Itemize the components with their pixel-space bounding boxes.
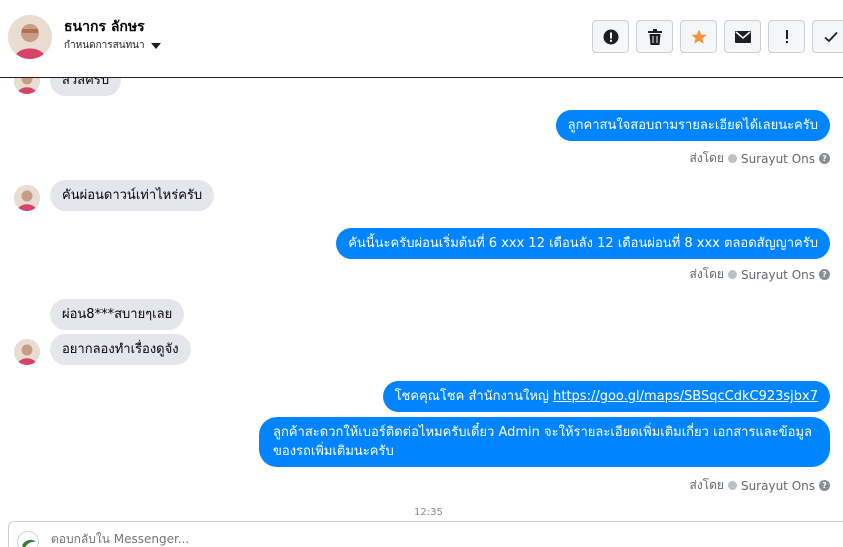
help-icon[interactable]: ? xyxy=(819,480,830,491)
alert-icon xyxy=(603,29,618,44)
sent-by-prefix: ส่งโดย xyxy=(689,151,724,165)
outgoing-message[interactable]: ลูกค้าสะดวกให้เบอร์ติดต่อไหมครับเดี๋ยว A… xyxy=(259,417,830,467)
contact-name[interactable]: ธนากร ลักษร xyxy=(64,16,145,38)
sent-by-prefix: ส่งโดย xyxy=(689,478,724,492)
assign-conversation-dropdown[interactable]: กำหนดการสนทนา xyxy=(64,38,161,53)
sent-by-label: ส่งโดย Surayut Ons ? xyxy=(689,149,830,168)
maps-link[interactable]: https://goo.gl/maps/SBSqcCdkC923sjbx7 xyxy=(553,389,818,404)
reply-input[interactable] xyxy=(51,532,551,546)
outgoing-message[interactable]: คันนี้นะครับผ่อนเริ่มต้นที่ 6 xxx 12 เดื… xyxy=(336,228,830,259)
sent-by-name[interactable]: Surayut Ons xyxy=(741,152,815,166)
outgoing-message[interactable]: ลูกคาสนใจสอบถามรายละเอียดได้เลยนะครับ xyxy=(555,110,830,141)
message-text: โชคคุณโชค สำนักงานใหญ่ xyxy=(394,389,554,404)
mark-done-button[interactable] xyxy=(812,20,843,53)
message-thread[interactable]: สวัสครับ ลูกคาสนใจสอบถามรายละเอียดได้เลย… xyxy=(0,78,843,515)
status-dot-icon xyxy=(727,270,737,279)
help-icon[interactable]: ? xyxy=(819,269,830,280)
mark-spam-button[interactable] xyxy=(592,20,629,53)
reply-composer[interactable] xyxy=(8,521,843,547)
star-icon xyxy=(690,29,707,44)
sent-by-name[interactable]: Surayut Ons xyxy=(741,268,815,282)
delete-button[interactable] xyxy=(636,20,673,53)
incoming-message[interactable]: ผ่อน8***สบายๆเลย xyxy=(50,299,185,330)
header-actions xyxy=(592,20,843,53)
trash-icon xyxy=(647,28,662,45)
sent-by-label: ส่งโดย Surayut Ons ? xyxy=(689,265,830,284)
contact-avatar[interactable] xyxy=(8,15,52,59)
message-timestamp: 12:35 xyxy=(414,507,443,515)
outgoing-message-link[interactable]: โชคคุณโชค สำนักงานใหญ่ https://goo.gl/ma… xyxy=(382,381,830,412)
status-dot-icon xyxy=(727,481,737,490)
incoming-message[interactable]: คันผ่อนดาวน์เท่าไหร่ครับ xyxy=(50,180,215,211)
incoming-message[interactable]: สวัสครับ xyxy=(50,78,122,96)
exclamation-icon xyxy=(785,29,788,43)
mail-icon xyxy=(734,30,751,43)
sent-by-name[interactable]: Surayut Ons xyxy=(741,479,815,493)
conversation-header: ธนากร ลักษร กำหนดการสนทนา xyxy=(0,0,843,78)
sent-by-label: ส่งโดย Surayut Ons ? xyxy=(689,476,830,495)
incoming-message[interactable]: อยากลองทำเรื่องดูจัง xyxy=(50,334,191,365)
check-icon xyxy=(823,31,838,42)
page-avatar xyxy=(17,531,39,547)
help-icon[interactable]: ? xyxy=(819,153,830,164)
contact-mini-avatar xyxy=(14,339,40,365)
contact-mini-avatar xyxy=(14,185,40,211)
sent-by-prefix: ส่งโดย xyxy=(689,267,724,281)
caret-down-icon xyxy=(150,43,161,49)
contact-mini-avatar xyxy=(14,78,40,94)
status-dot-icon xyxy=(727,154,737,163)
assign-label: กำหนดการสนทนา xyxy=(64,40,145,51)
star-button[interactable] xyxy=(680,20,717,53)
mark-unread-button[interactable] xyxy=(724,20,761,53)
follow-up-button[interactable] xyxy=(768,20,805,53)
